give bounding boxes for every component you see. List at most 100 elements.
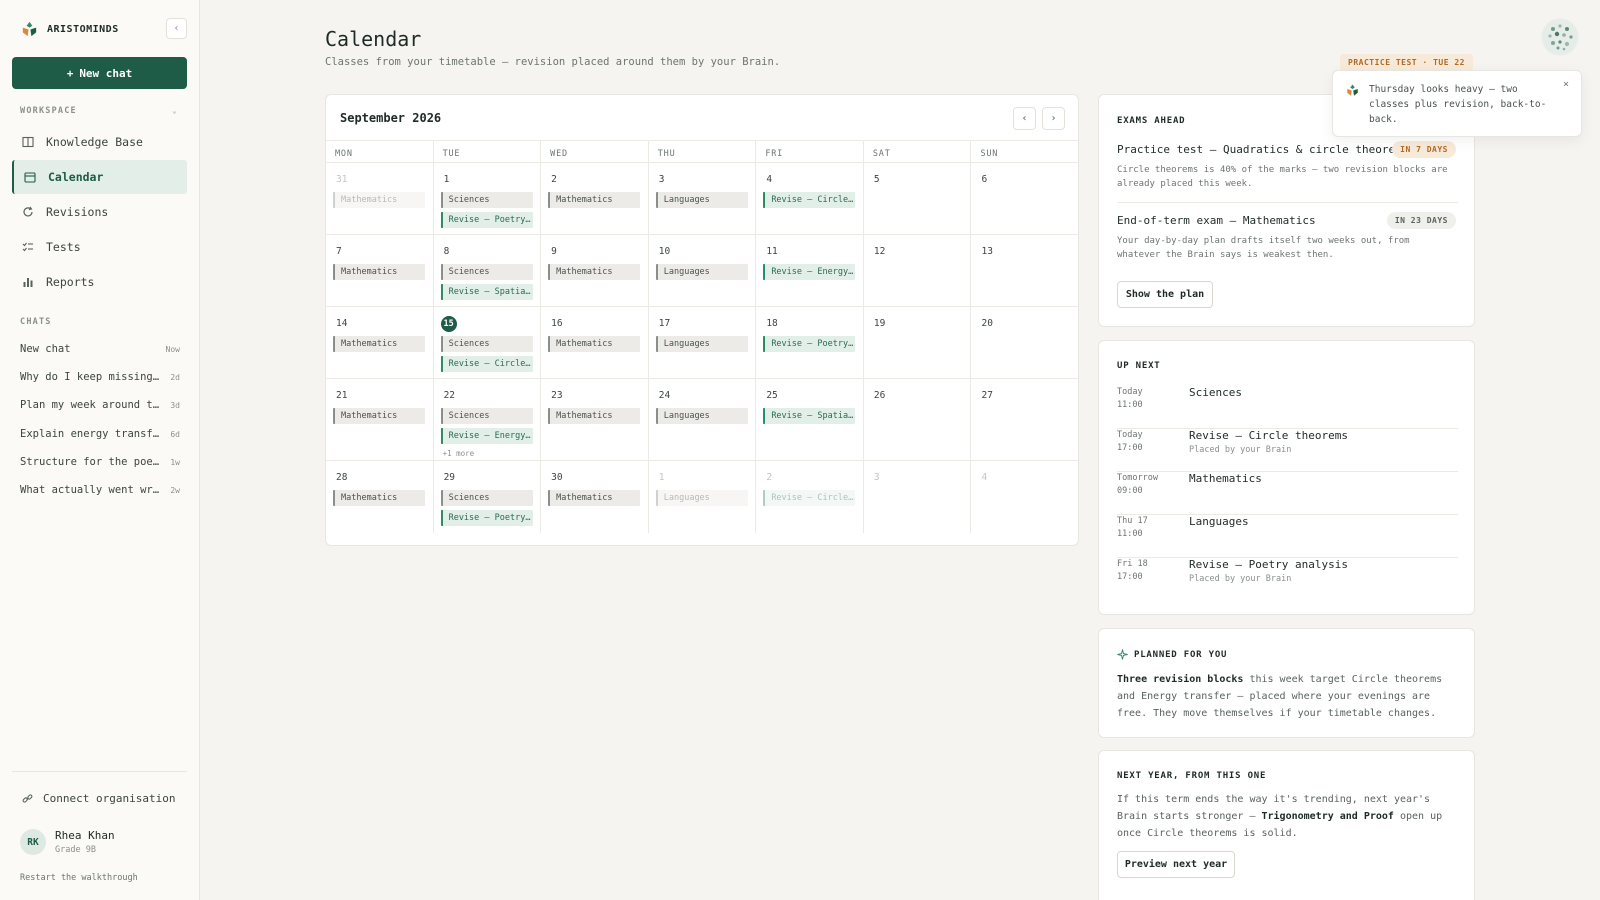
chat-item[interactable]: What actually went wron… 2w: [20, 484, 180, 496]
close-icon[interactable]: ×: [1563, 79, 1569, 90]
show-plan-button[interactable]: Show the plan: [1117, 281, 1213, 308]
class-event[interactable]: Sciences: [440, 264, 533, 280]
new-chat-button[interactable]: + New chat: [12, 57, 187, 89]
more-events-link[interactable]: +1 more: [441, 449, 534, 458]
class-event[interactable]: Mathematics: [548, 336, 641, 352]
calendar-day-cell[interactable]: 10 Languages: [649, 235, 757, 306]
class-event[interactable]: Languages: [655, 264, 748, 280]
calendar-day-cell[interactable]: 1 Sciences Revise — Poetry analysis: [434, 163, 542, 234]
calendar-day-cell[interactable]: 3 Languages: [649, 163, 757, 234]
chat-item[interactable]: Plan my week around the… 3d: [20, 399, 180, 411]
calendar-day-cell[interactable]: 13: [971, 235, 1078, 306]
revision-event[interactable]: Revise — Circle theorems: [763, 490, 856, 506]
calendar-day-cell[interactable]: 25 Revise — Spatial reasoning: [756, 379, 864, 460]
class-event[interactable]: Languages: [655, 192, 748, 208]
calendar-day-cell[interactable]: 14 Mathematics: [326, 307, 434, 378]
calendar-day-cell[interactable]: 18 Revise — Poetry analysis: [756, 307, 864, 378]
calendar-day-cell[interactable]: 22 Sciences Revise — Energy transfer +1 mor…: [434, 379, 542, 460]
page-subtitle: Classes from your timetable — revision p…: [325, 56, 781, 68]
revision-event[interactable]: Revise — Poetry analysis: [440, 510, 533, 526]
calendar-day-cell[interactable]: 11 Revise — Energy transfer: [756, 235, 864, 306]
calendar-day-cell[interactable]: 6: [971, 163, 1078, 234]
brand[interactable]: ARISTOMINDS: [20, 20, 119, 39]
up-next-item[interactable]: Today 17:00 Revise — Circle theorems Placed…: [1117, 429, 1458, 472]
class-event[interactable]: Mathematics: [548, 264, 641, 280]
calendar-day-cell[interactable]: 31 Mathematics: [326, 163, 434, 234]
calendar-day-cell[interactable]: 3: [864, 461, 972, 533]
calendar-day-cell[interactable]: 16 Mathematics: [541, 307, 649, 378]
planned-description: Three revision blocks this week target C…: [1117, 671, 1462, 722]
calendar-day-cell[interactable]: 24 Languages: [649, 379, 757, 460]
calendar-day-cell[interactable]: 30 Mathematics: [541, 461, 649, 533]
calendar-day-cell[interactable]: 2 Revise — Circle theorems: [756, 461, 864, 533]
nav-calendar[interactable]: Calendar: [12, 160, 187, 194]
prev-month-button[interactable]: ‹: [1013, 107, 1036, 130]
calendar-day-cell[interactable]: 29 Sciences Revise — Poetry analysis: [434, 461, 542, 533]
class-event[interactable]: Mathematics: [548, 408, 641, 424]
chat-item[interactable]: Explain energy transfer… 6d: [20, 428, 180, 440]
class-event[interactable]: Languages: [655, 490, 748, 506]
class-event[interactable]: Mathematics: [548, 490, 641, 506]
calendar-day-cell[interactable]: 20: [971, 307, 1078, 378]
revision-event[interactable]: Revise — Spatial reasoning: [763, 408, 856, 424]
class-event[interactable]: Mathematics: [333, 192, 425, 208]
calendar-day-cell[interactable]: 17 Languages: [649, 307, 757, 378]
class-event[interactable]: Sciences: [440, 192, 533, 208]
chevron-down-icon[interactable]: ⌄: [172, 106, 177, 115]
calendar-day-cell[interactable]: 28 Mathematics: [326, 461, 434, 533]
chat-item[interactable]: Structure for the poetr… 1w: [20, 456, 180, 468]
calendar-day-cell[interactable]: 4: [971, 461, 1078, 533]
class-event[interactable]: Sciences: [440, 408, 533, 424]
nav-revisions[interactable]: Revisions: [12, 195, 187, 229]
calendar-day-cell[interactable]: 15 Sciences Revise — Circle theorems: [434, 307, 542, 378]
revision-event[interactable]: Revise — Poetry analysis: [440, 212, 533, 228]
calendar-day-cell[interactable]: 19: [864, 307, 972, 378]
calendar-day-cell[interactable]: 21 Mathematics: [326, 379, 434, 460]
nav-tests[interactable]: Tests: [12, 230, 187, 264]
revision-event[interactable]: Revise — Circle theorems: [440, 356, 533, 372]
chat-title: Plan my week around the…: [20, 399, 160, 411]
nav-reports[interactable]: Reports: [12, 265, 187, 299]
up-next-item[interactable]: Tomorrow 09:00 Mathematics: [1117, 472, 1458, 515]
preview-next-year-button[interactable]: Preview next year: [1117, 851, 1235, 878]
profile-avatar[interactable]: [1541, 18, 1579, 56]
collapse-sidebar-button[interactable]: ‹: [166, 18, 187, 39]
class-event[interactable]: Mathematics: [333, 490, 425, 506]
class-event[interactable]: Sciences: [440, 490, 533, 506]
up-next-item[interactable]: Today 11:00 Sciences: [1117, 386, 1458, 429]
up-next-item[interactable]: Fri 18 17:00 Revise — Poetry analysis Place…: [1117, 558, 1458, 592]
user-profile[interactable]: RK Rhea Khan Grade 9B: [20, 829, 115, 855]
class-event[interactable]: Mathematics: [333, 408, 425, 424]
class-event[interactable]: Languages: [655, 336, 748, 352]
restart-walkthrough-link[interactable]: Restart the walkthrough: [20, 873, 138, 883]
class-event[interactable]: Sciences: [440, 336, 533, 352]
next-month-button[interactable]: ›: [1042, 107, 1065, 130]
revision-event[interactable]: Revise — Spatial reasoning: [440, 284, 533, 300]
calendar-day-cell[interactable]: 12: [864, 235, 972, 306]
calendar-day-cell[interactable]: 27: [971, 379, 1078, 460]
class-event[interactable]: Mathematics: [548, 192, 641, 208]
revision-event[interactable]: Revise — Poetry analysis: [763, 336, 856, 352]
revision-event[interactable]: Revise — Energy transfer: [763, 264, 856, 280]
up-next-time: 11:00: [1117, 529, 1143, 539]
calendar-day-cell[interactable]: 23 Mathematics: [541, 379, 649, 460]
class-event[interactable]: Mathematics: [333, 264, 425, 280]
calendar-day-cell[interactable]: 5: [864, 163, 972, 234]
calendar-day-cell[interactable]: 9 Mathematics: [541, 235, 649, 306]
class-event[interactable]: Mathematics: [333, 336, 425, 352]
calendar-day-cell[interactable]: 26: [864, 379, 972, 460]
up-next-item[interactable]: Thu 17 11:00 Languages: [1117, 515, 1458, 558]
calendar-day-cell[interactable]: 7 Mathematics: [326, 235, 434, 306]
calendar-day-cell[interactable]: 2 Mathematics: [541, 163, 649, 234]
calendar-day-cell[interactable]: 4 Revise — Circle theorems: [756, 163, 864, 234]
class-event[interactable]: Languages: [655, 408, 748, 424]
revision-event[interactable]: Revise — Energy transfer: [440, 428, 533, 444]
calendar-day-cell[interactable]: 8 Sciences Revise — Spatial reasoning: [434, 235, 542, 306]
chat-item[interactable]: Why do I keep missing c… 2d: [20, 371, 180, 383]
calendar-day-cell[interactable]: 1 Languages: [649, 461, 757, 533]
connect-organisation-button[interactable]: Connect organisation: [22, 792, 175, 805]
up-next-card: UP NEXT Today 11:00 Sciences Today 17:00 Revi…: [1098, 340, 1475, 615]
nav-knowledge-base[interactable]: Knowledge Base: [12, 125, 187, 159]
chat-item[interactable]: New chat Now: [20, 343, 180, 355]
revision-event[interactable]: Revise — Circle theorems: [763, 192, 856, 208]
